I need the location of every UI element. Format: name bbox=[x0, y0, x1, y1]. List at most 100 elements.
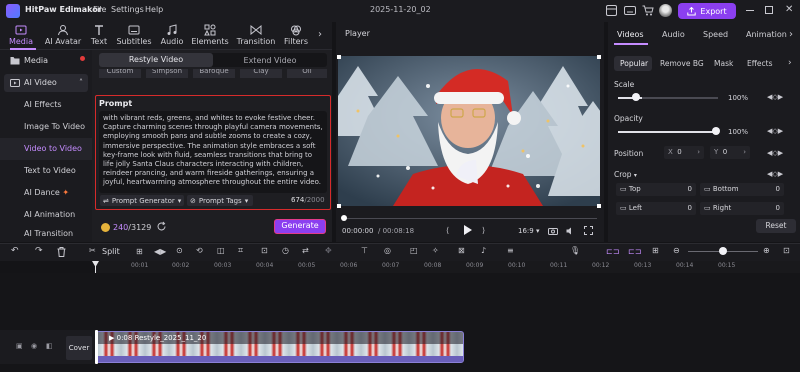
zoom-slider-thumb[interactable] bbox=[719, 247, 727, 255]
tab-media[interactable]: Media bbox=[4, 22, 38, 50]
video-clip[interactable]: ▶ 0:08 Restyle_2025_11_20 bbox=[96, 331, 464, 363]
opacity-slider-thumb[interactable] bbox=[712, 127, 720, 135]
tab-text[interactable]: Text bbox=[88, 22, 110, 50]
style-simpson[interactable]: Simpson bbox=[146, 69, 188, 78]
play-icon[interactable] bbox=[464, 225, 472, 235]
crop-handle[interactable] bbox=[337, 204, 341, 208]
tab-extend-video[interactable]: Extend Video bbox=[213, 56, 327, 65]
fit-icon[interactable]: ⊡ bbox=[783, 246, 790, 255]
tab-filters[interactable]: Filters bbox=[280, 22, 312, 50]
tab-speed[interactable]: Speed bbox=[703, 30, 728, 39]
subtab-remove-bg[interactable]: Remove BG bbox=[660, 59, 704, 68]
sidebar-item-image-to-video[interactable]: Image To Video bbox=[0, 116, 92, 138]
mute-icon[interactable]: ◧ bbox=[46, 342, 53, 350]
undo-icon[interactable]: ↶ bbox=[11, 246, 19, 256]
eye-icon[interactable]: ◉ bbox=[31, 342, 37, 350]
opacity-slider-track[interactable] bbox=[618, 131, 718, 133]
cover-button[interactable]: Cover bbox=[66, 336, 92, 360]
menu-file[interactable]: File bbox=[93, 5, 106, 14]
reverse-icon[interactable]: ◀▶ bbox=[154, 247, 166, 256]
prompt-textarea[interactable]: with vibrant reds, greens, and whites to… bbox=[99, 111, 327, 193]
tab-audio[interactable]: Audio bbox=[158, 22, 186, 50]
freeze-icon[interactable]: ⊞ bbox=[136, 247, 143, 256]
opacity-value[interactable]: 100% bbox=[728, 128, 748, 136]
sidebar-item-ai-transition[interactable]: AI Transition bbox=[0, 226, 92, 242]
position-y-field[interactable]: Y 0 › bbox=[710, 146, 750, 159]
keyframe-icon[interactable]: ◀◇▶ bbox=[767, 149, 783, 157]
tab-transition[interactable]: Transition bbox=[234, 22, 278, 50]
playback-scrubber[interactable] bbox=[341, 215, 347, 221]
rotate-icon[interactable]: ⟲ bbox=[196, 246, 203, 255]
sidebar-group-media[interactable]: Media bbox=[24, 56, 48, 65]
next-frame-icon[interactable]: ⟩ bbox=[482, 226, 485, 235]
aspect-ratio-dropdown[interactable]: 16:9 ▾ bbox=[518, 227, 539, 235]
close-icon[interactable]: ✕ bbox=[785, 4, 793, 15]
prompt-tags-dropdown[interactable]: ⊘ Prompt Tags ▾ bbox=[187, 195, 253, 206]
scale-slider-thumb[interactable] bbox=[632, 93, 640, 101]
keyboard-icon[interactable] bbox=[624, 5, 636, 16]
tab-elements[interactable]: Elements bbox=[190, 22, 230, 50]
lock-icon[interactable]: ▣ bbox=[16, 342, 23, 350]
tab-restyle-video[interactable]: Restyle Video bbox=[99, 53, 213, 67]
style-custom[interactable]: Custom bbox=[99, 69, 141, 78]
more-icon[interactable]: ≡ bbox=[507, 246, 514, 255]
ai-tools-icon[interactable]: ✧ bbox=[432, 246, 439, 255]
clip-trim-handle[interactable] bbox=[95, 330, 98, 364]
crop-right-field[interactable]: ▭ Right 0 bbox=[700, 202, 784, 215]
crop-handle[interactable] bbox=[337, 55, 341, 59]
crop-icon[interactable]: ⌗ bbox=[238, 246, 243, 256]
sidebar-item-ai-dance[interactable]: AI Dance ✦ bbox=[0, 182, 92, 204]
video-preview[interactable] bbox=[338, 56, 600, 206]
track-icon[interactable]: ⊞ bbox=[652, 246, 659, 255]
redo-icon[interactable]: ↷ bbox=[35, 246, 43, 256]
chevron-right-icon[interactable]: › bbox=[789, 29, 793, 40]
clock-icon[interactable]: ◷ bbox=[282, 246, 289, 255]
tab-animation[interactable]: Animation bbox=[746, 30, 787, 39]
crop-handle[interactable] bbox=[597, 204, 601, 208]
volume-icon[interactable] bbox=[566, 227, 575, 235]
mirror-icon[interactable]: ◫ bbox=[217, 246, 225, 255]
crop-top-field[interactable]: ▭ Top 0 bbox=[616, 183, 696, 196]
tab-ai-avatar[interactable]: AI Avatar bbox=[40, 22, 86, 50]
crop-handle[interactable] bbox=[597, 55, 601, 59]
subtab-effects[interactable]: Effects bbox=[747, 59, 773, 68]
maximize-icon[interactable] bbox=[765, 6, 773, 14]
pip-icon[interactable]: ⊡ bbox=[261, 246, 268, 255]
subtab-mask[interactable]: Mask bbox=[714, 59, 733, 68]
subtab-popular[interactable]: Popular bbox=[620, 59, 648, 68]
sidebar-item-text-to-video[interactable]: Text to Video bbox=[0, 160, 92, 182]
style-oil[interactable]: Oil bbox=[287, 69, 327, 78]
chevron-up-icon[interactable]: ˄ bbox=[79, 78, 83, 87]
speed-icon[interactable]: ⊙ bbox=[176, 246, 183, 255]
chevron-right-icon[interactable]: › bbox=[318, 29, 322, 40]
zoom-out-icon[interactable]: ⊖ bbox=[673, 246, 680, 255]
menu-help[interactable]: Help bbox=[145, 5, 163, 14]
generate-button[interactable]: Generate bbox=[274, 219, 326, 234]
link-icon[interactable]: ⊏⊐ bbox=[628, 247, 641, 256]
delete-icon[interactable] bbox=[57, 247, 66, 257]
split-button[interactable]: Split bbox=[102, 247, 120, 256]
crop-bottom-field[interactable]: ▭ Bottom 0 bbox=[700, 183, 784, 196]
snapshot-icon[interactable] bbox=[548, 227, 558, 235]
playback-progress-track[interactable] bbox=[343, 218, 597, 219]
minimize-icon[interactable] bbox=[746, 10, 754, 11]
position-x-field[interactable]: X 0 › bbox=[664, 146, 704, 159]
layout-icon[interactable] bbox=[606, 5, 617, 16]
keyframe-icon[interactable]: ◀◇▶ bbox=[767, 93, 783, 101]
replace-icon[interactable]: ⇄ bbox=[302, 246, 309, 255]
scissors-icon[interactable]: ✂ bbox=[89, 246, 96, 255]
export-button[interactable]: Export bbox=[678, 3, 736, 19]
reset-button[interactable]: Reset bbox=[756, 219, 796, 233]
fullscreen-icon[interactable] bbox=[584, 226, 593, 235]
tab-videos[interactable]: Videos bbox=[617, 30, 644, 39]
microphone-icon[interactable]: 🎙 bbox=[570, 246, 580, 255]
text-to-speech-icon[interactable]: ⊤ bbox=[361, 246, 368, 255]
sidebar-item-ai-effects[interactable]: AI Effects bbox=[0, 94, 92, 116]
sidebar-item-ai-animation[interactable]: AI Animation bbox=[0, 204, 92, 226]
scale-value[interactable]: 100% bbox=[728, 94, 748, 102]
tab-audio[interactable]: Audio bbox=[662, 30, 685, 39]
sidebar-item-video-to-video[interactable]: Video to Video bbox=[0, 138, 92, 160]
style-baroque[interactable]: Baroque bbox=[193, 69, 235, 78]
refresh-icon[interactable] bbox=[156, 221, 167, 232]
magnet-icon[interactable]: ⊏⊐ bbox=[606, 247, 619, 256]
